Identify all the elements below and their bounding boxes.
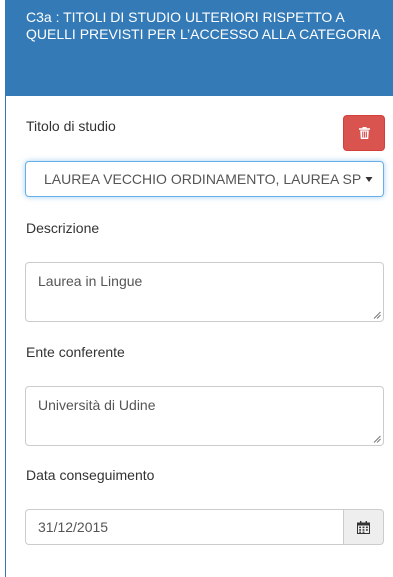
ente-conferente-value: Università di Udine: [38, 397, 156, 413]
titolo-studio-select[interactable]: LAUREA VECCHIO ORDINAMENTO, LAUREA SPECI…: [25, 161, 384, 197]
ente-conferente-textarea[interactable]: Università di Udine: [25, 386, 384, 446]
titoli-studio-panel: C3a : TITOLI DI STUDIO ULTERIORI RISPETT…: [5, 0, 393, 577]
trash-icon: [358, 127, 370, 139]
data-conseguimento-group: 31/12/2015: [25, 509, 384, 545]
descrizione-textarea[interactable]: Laurea in Lingue: [25, 262, 384, 322]
delete-button[interactable]: [343, 115, 385, 151]
panel-title: C3a : TITOLI DI STUDIO ULTERIORI RISPETT…: [26, 9, 381, 42]
descrizione-value: Laurea in Lingue: [38, 273, 143, 289]
titolo-studio-label: Titolo di studio: [26, 118, 116, 134]
descrizione-label: Descrizione: [26, 220, 100, 236]
data-conseguimento-label: Data conseguimento: [26, 467, 155, 483]
panel-heading: C3a : TITOLI DI STUDIO ULTERIORI RISPETT…: [6, 0, 393, 96]
titolo-studio-selected-value: LAUREA VECCHIO ORDINAMENTO, LAUREA SPECI…: [44, 171, 362, 187]
resize-grip-icon[interactable]: [373, 311, 381, 319]
resize-grip-icon[interactable]: [373, 435, 381, 443]
ente-conferente-label: Ente conferente: [26, 344, 125, 360]
data-conseguimento-value: 31/12/2015: [38, 519, 109, 535]
caret-down-icon: [365, 177, 373, 182]
calendar-button[interactable]: [343, 509, 384, 545]
calendar-icon: [357, 520, 370, 534]
data-conseguimento-input[interactable]: 31/12/2015: [25, 509, 343, 545]
